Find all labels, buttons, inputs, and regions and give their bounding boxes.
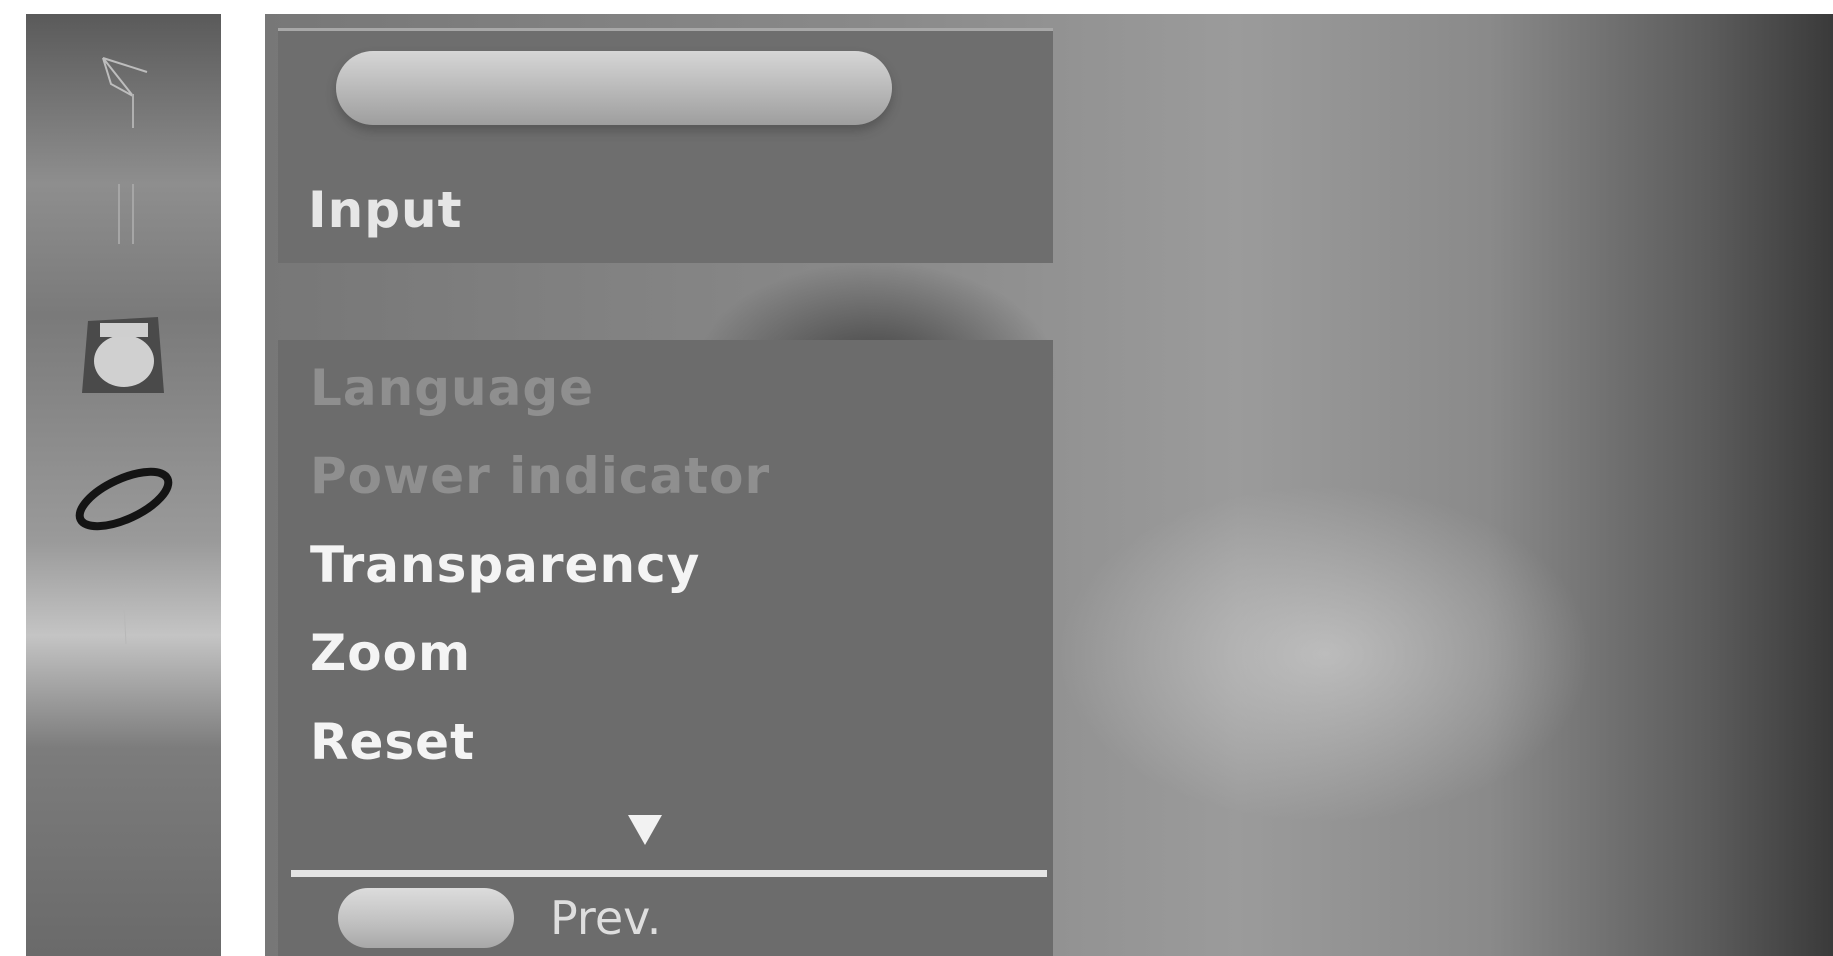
footer-divider — [291, 870, 1047, 877]
menu-title: Input — [308, 181, 463, 239]
screen-setup-icon[interactable] — [26, 304, 221, 404]
bars-icon[interactable] — [26, 174, 221, 254]
menu-list: Language Power indicator Transparency Zo… — [278, 340, 1053, 956]
menu-item-transparency[interactable]: Transparency — [310, 535, 700, 595]
menu-item-zoom[interactable]: Zoom — [310, 623, 471, 683]
disc-icon[interactable] — [26, 454, 221, 544]
osd-screen: Input Language Power indicator Transpare… — [0, 0, 1833, 956]
menu-header: Input — [278, 28, 1053, 263]
menu-item-power-indicator: Power indicator — [310, 447, 771, 505]
title-pill — [336, 51, 892, 125]
menu-item-reset[interactable]: Reset — [310, 712, 475, 772]
prev-label: Prev. — [550, 891, 662, 945]
category-icon-strip — [26, 14, 221, 956]
prev-button-pill[interactable] — [338, 888, 514, 948]
down-arrow-icon[interactable] — [628, 815, 662, 845]
menu-item-language: Language — [310, 359, 595, 417]
faint-glyph-icon[interactable] — [26, 594, 221, 654]
picture-tool-icon[interactable] — [26, 44, 221, 134]
